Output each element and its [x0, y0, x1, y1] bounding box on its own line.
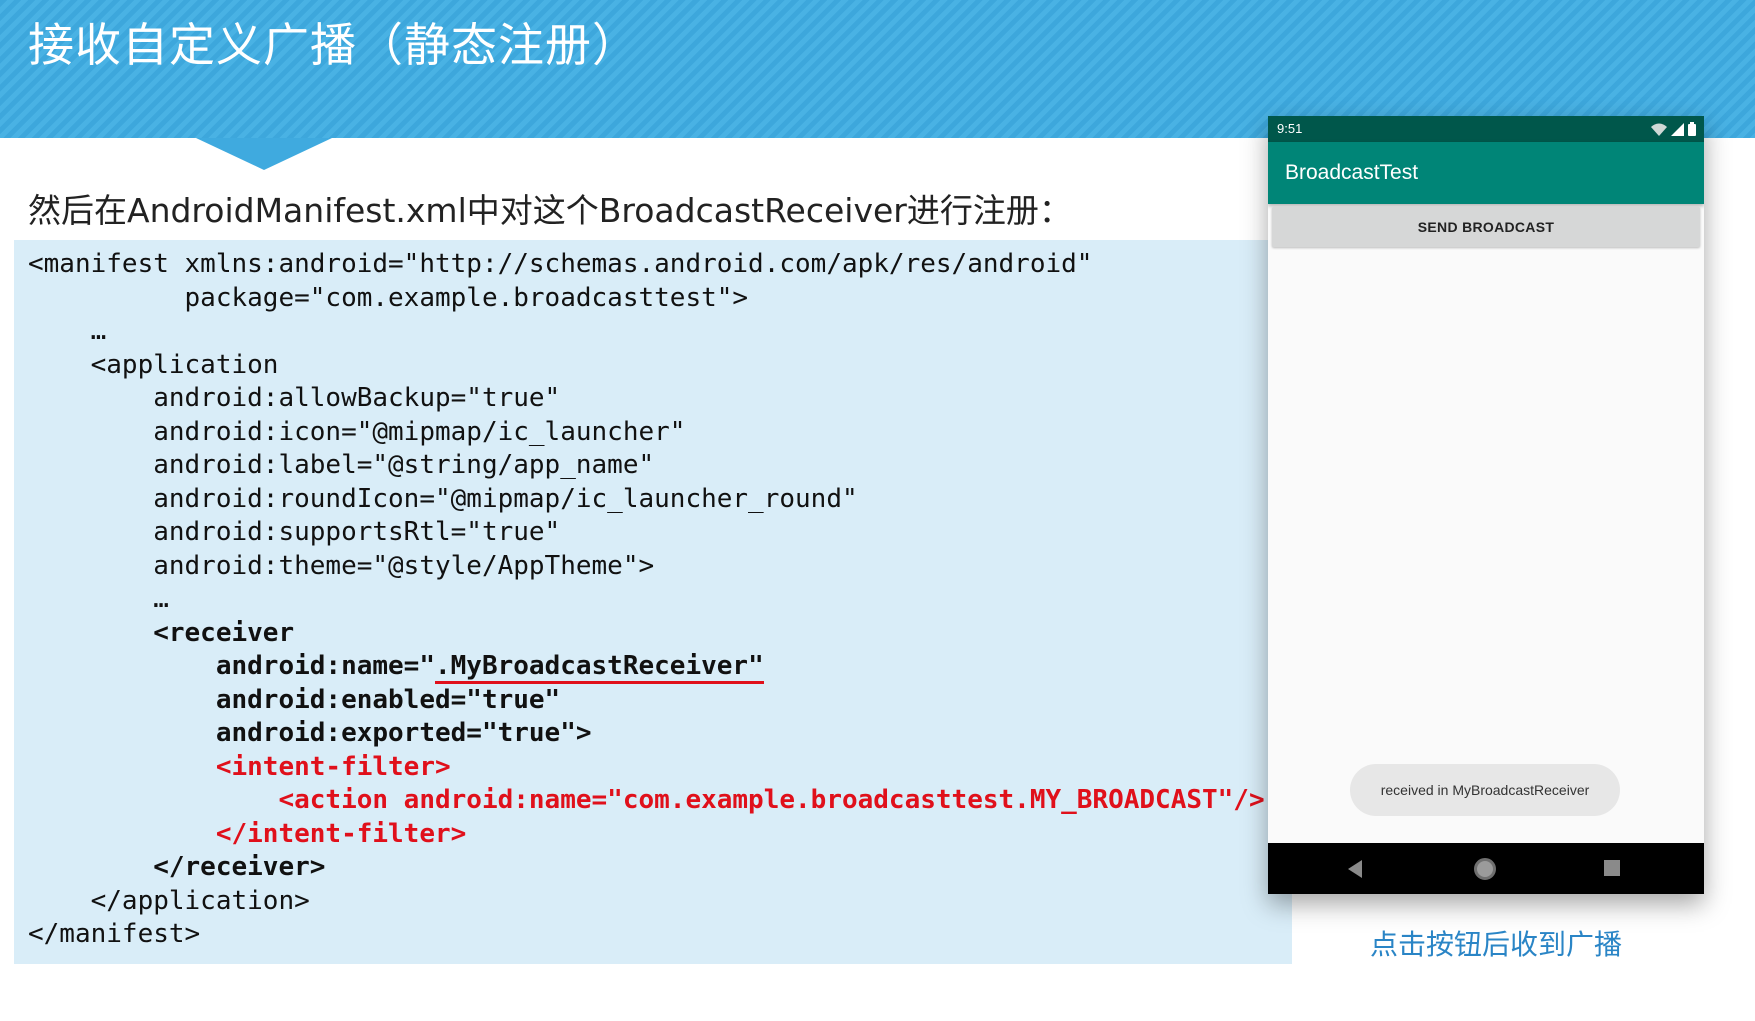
- code-line: …: [28, 584, 169, 614]
- app-title: BroadcastTest: [1285, 161, 1419, 184]
- code-line: android:roundIcon="@mipmap/ic_launcher_r…: [28, 483, 858, 514]
- code-line: </manifest>: [28, 919, 201, 949]
- intro-text: 然后在AndroidManifest.xml中对这个BroadcastRecei…: [28, 191, 1072, 230]
- code-line: </application>: [28, 885, 310, 916]
- code-line: android:enabled="true": [28, 684, 561, 715]
- code-line: android:icon="@mipmap/ic_launcher": [28, 416, 686, 447]
- wifi-icon: [1651, 123, 1667, 136]
- code-line: android:allowBackup="true": [28, 383, 561, 413]
- navigation-bar: [1268, 843, 1704, 894]
- code-line: <manifest xmlns:android="http://schemas.…: [28, 249, 1093, 279]
- signal-icon: [1671, 122, 1684, 136]
- code-line: android:exported="true">: [28, 718, 592, 748]
- code-line-receiver-end: </receiver>: [28, 852, 326, 882]
- code-line-action: <action android:name="com.example.broadc…: [28, 785, 1265, 815]
- code-line: <application: [28, 349, 279, 380]
- code-attr: android:name=": [28, 651, 435, 681]
- manifest-code: <manifest xmlns:android="http://schemas.…: [28, 248, 1265, 952]
- status-time: 9:51: [1277, 121, 1303, 136]
- toast-message: received in MyBroadcastReceiver: [1350, 764, 1620, 816]
- code-line: android:supportsRtl="true": [28, 517, 561, 547]
- phone-caption: 点击按钮后收到广播: [1370, 928, 1623, 961]
- status-icons: [1651, 121, 1696, 137]
- home-icon[interactable]: [1474, 858, 1496, 880]
- back-icon[interactable]: [1348, 860, 1362, 878]
- code-line: package="com.example.broadcasttest">: [28, 282, 749, 313]
- phone-screen: 9:51 BroadcastTest SEND BROADCAST receiv…: [1268, 116, 1704, 894]
- code-line-receiver: <receiver: [28, 617, 295, 648]
- battery-icon: [1688, 122, 1696, 136]
- receiver-class-highlight: .MyBroadcastReceiver": [435, 651, 764, 684]
- code-line-intent-filter-end: </intent-filter>: [28, 818, 467, 849]
- banner-notch: [196, 138, 332, 170]
- status-bar: 9:51: [1268, 116, 1704, 142]
- recents-icon[interactable]: [1604, 860, 1620, 876]
- code-panel: <manifest xmlns:android="http://schemas.…: [14, 240, 1292, 964]
- slide-title: 接收自定义广播（静态注册）: [28, 18, 639, 72]
- code-line: android:label="@string/app_name": [28, 450, 655, 480]
- code-line-intent-filter: <intent-filter>: [28, 751, 451, 782]
- code-line: …: [28, 316, 107, 346]
- code-line: android:theme="@style/AppTheme">: [28, 550, 655, 581]
- code-line-receiver-name: android:name=".MyBroadcastReceiver": [28, 650, 1265, 684]
- app-bar: BroadcastTest: [1268, 142, 1704, 204]
- send-broadcast-button[interactable]: SEND BROADCAST: [1272, 207, 1700, 247]
